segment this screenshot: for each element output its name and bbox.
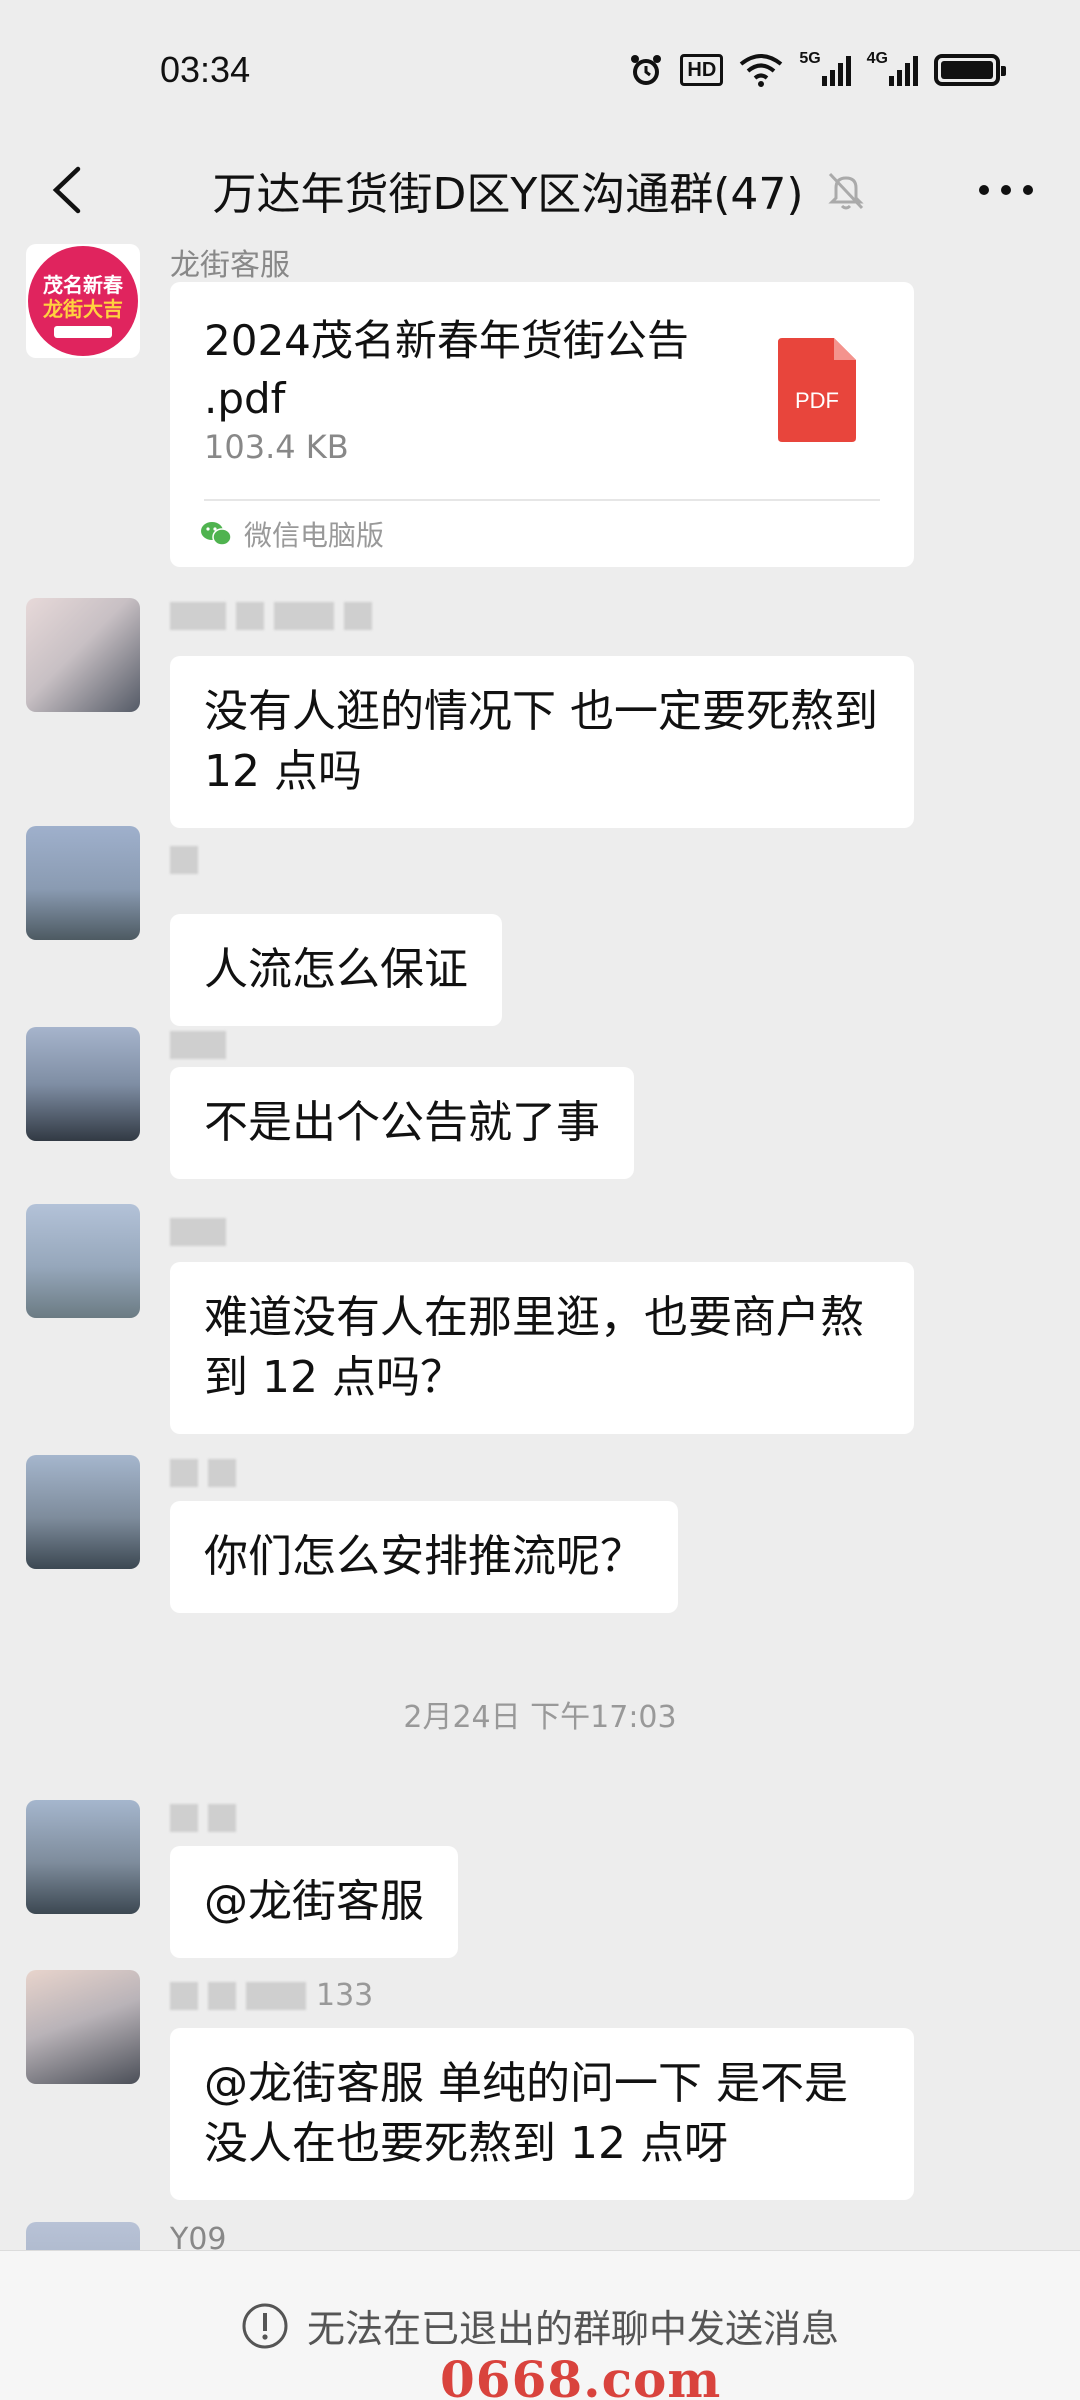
avatar[interactable] [26,2222,140,2250]
message-bubble[interactable]: 人流怎么保证 [170,914,502,1026]
sender-name-blurred [170,1218,226,1246]
sender-name-blurred [170,1459,236,1487]
5g-signal-icon: 5G [799,50,851,90]
sender-name-suffix: 133 [316,1978,374,2013]
avatar[interactable] [26,1800,140,1914]
4g-signal-icon: 4G [867,50,918,90]
notice-text: 无法在已退出的群聊中发送消息 [306,2307,839,2351]
bell-off-icon [827,172,864,210]
chat-title-container: 万达年货街D区Y区沟通群(47) [0,140,1080,240]
battery-icon [934,50,1006,90]
message-bubble[interactable]: @龙街客服 单纯的问一下 是不是 没人在也要死熬到 12 点呀 [170,2028,914,2200]
avatar[interactable] [26,1204,140,1318]
file-card[interactable]: 2024茂名新春年货街公告 .pdf 103.4 KB PDF 微信电脑版 [170,282,914,567]
svg-text:茂名新春: 茂名新春 [43,273,124,297]
sender-name-blurred [170,846,198,874]
file-name: 2024茂名新春年货街公告 .pdf [204,316,689,423]
net2-label: 4G [866,50,888,67]
message-line: @龙街客服 单纯的问一下 是不是 [204,2058,848,2109]
file-size: 103.4 KB [204,428,349,466]
divider [204,499,880,501]
wifi-icon [739,50,783,90]
chat-title: 万达年货街D区Y区沟通群(47) [212,169,804,220]
status-icons: HD 5G 4G [628,50,1006,90]
hd-label: HD [687,58,717,81]
hd-icon: HD [680,54,724,86]
file-source: 微信电脑版 [200,514,384,554]
wechat-icon [201,522,232,546]
avatar[interactable] [26,826,140,940]
net1-label: 5G [799,50,821,67]
message-line: 不是出个公告就了事 [204,1097,600,1148]
message-bubble[interactable]: 不是出个公告就了事 [170,1067,634,1179]
timestamp: 2月24日 下午17:03 [403,1700,677,1735]
more-button[interactable] [968,158,1044,222]
message-bubble[interactable]: 没有人逛的情况下 也一定要死熬到 12 点吗 [170,656,914,828]
status-bar: 03:34 HD 5G 4G [0,0,1080,140]
alarm-icon [628,50,664,90]
avatar[interactable]: 茂名新春 龙街大吉 [26,244,140,358]
avatar[interactable] [26,1027,140,1141]
more-dots-icon [979,185,1033,195]
message-line: 12 点吗 [204,746,362,797]
chat-history[interactable]: 茂名新春 龙街大吉 龙街客服 2024茂名新春年货街公告 .pdf 103.4 K… [0,240,1080,2250]
sender-name: 龙街客服 [170,248,290,283]
nav-bar: 万达年货街D区Y区沟通群(47) [0,140,1080,240]
message-line: 人流怎么保证 [204,944,468,995]
message-line: @龙街客服 [204,1876,424,1927]
sender-name-blurred [170,1804,236,1832]
message-line: 到 12 点吗？ [204,1352,464,1403]
avatar[interactable] [26,1455,140,1569]
file-source-label: 微信电脑版 [244,519,385,552]
watermark-logo: 0668.com [440,2350,722,2400]
sender-name-blurred [170,602,372,630]
avatar[interactable] [26,1970,140,2084]
message-bubble[interactable]: 你们怎么安排推流呢？ [170,1501,678,1613]
status-time: 03:34 [160,49,251,90]
pdf-icon: PDF [778,338,856,442]
message-line: 你们怎么安排推流呢？ [204,1531,644,1582]
sender-name: Y09 [170,2222,227,2250]
message-line: 难道没有人在那里逛，也要商户熬 [204,1292,864,1343]
message-bubble[interactable]: 难道没有人在那里逛，也要商户熬 到 12 点吗？ [170,1262,914,1434]
message-line: 没有人逛的情况下 也一定要死熬到 [204,686,878,737]
sender-name-blurred: 133 [170,1978,374,2013]
pdf-label: PDF [795,388,839,413]
message-bubble[interactable]: @龙街客服 [170,1846,458,1958]
exclamation-circle-icon [242,2303,288,2348]
message-line: 没人在也要死熬到 12 点呀 [204,2118,728,2169]
svg-text:龙街大吉: 龙街大吉 [43,297,123,321]
sender-name-blurred [170,1031,226,1059]
avatar[interactable] [26,598,140,712]
